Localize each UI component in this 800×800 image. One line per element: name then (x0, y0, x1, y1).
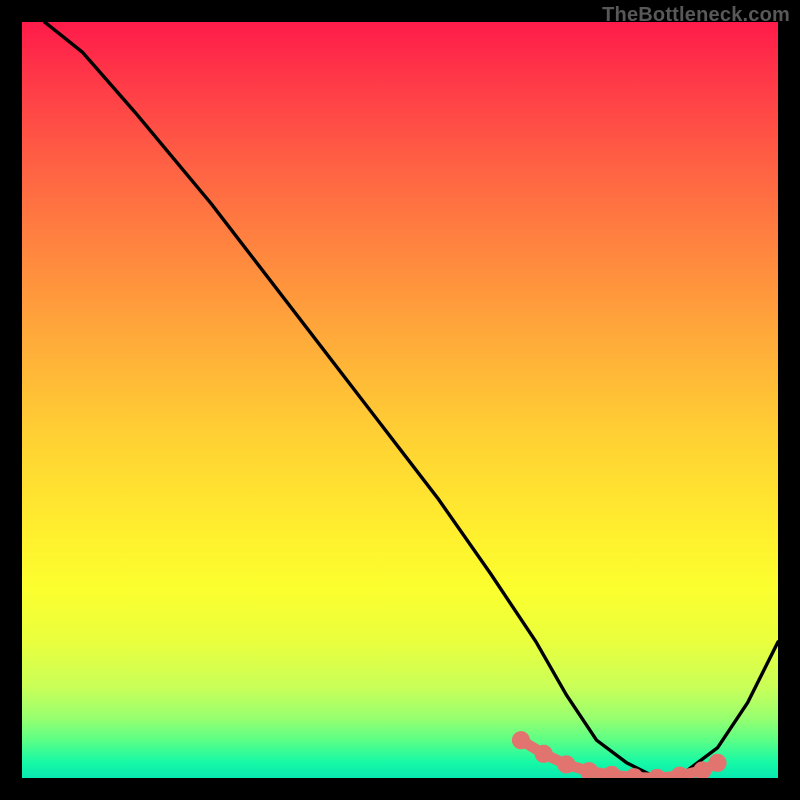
marker-dot (605, 768, 619, 778)
marker-dot (650, 771, 664, 778)
marker-dot (537, 747, 551, 761)
marker-dot (673, 769, 687, 778)
marker-dot (560, 758, 574, 772)
chart-svg (22, 22, 778, 778)
marker-dot (696, 764, 710, 778)
marker-dot (582, 764, 596, 778)
marker-dot (514, 733, 528, 747)
plot-area (22, 22, 778, 778)
series-curve (45, 22, 778, 778)
watermark-text: TheBottleneck.com (602, 4, 790, 27)
marker-dot (711, 756, 725, 770)
marker-dot (628, 770, 642, 778)
chart-container: TheBottleneck.com (0, 0, 800, 800)
